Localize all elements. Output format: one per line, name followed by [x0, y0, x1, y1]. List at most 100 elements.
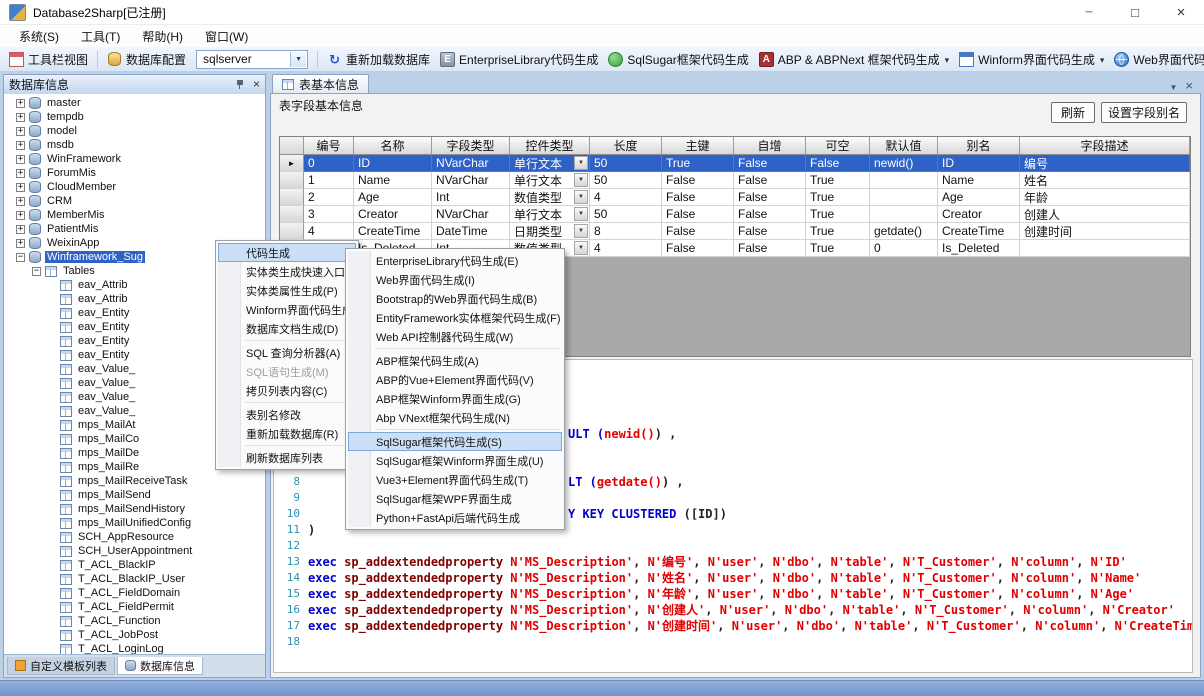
reload-database-button[interactable]: 重新加载数据库 — [323, 49, 434, 70]
tree-item-database[interactable]: +tempdb — [4, 110, 265, 124]
grid-cell[interactable]: False — [734, 206, 806, 223]
menu-item[interactable]: 数据库文档生成(D) — [218, 319, 356, 338]
winform-codegen-button[interactable]: Winform界面代码生成 — [955, 49, 1108, 70]
grid-column-header[interactable]: 自增 — [734, 137, 806, 155]
tree-item-database[interactable]: +ForumMis — [4, 166, 265, 180]
web-codegen-button[interactable]: Web界面代码生成 — [1110, 49, 1204, 70]
grid-cell[interactable] — [870, 172, 938, 189]
tree-item-database[interactable]: +master — [4, 96, 265, 110]
refresh-button[interactable]: 刷新 — [1051, 102, 1095, 123]
tree-item-table[interactable]: T_ACL_BlackIP_User — [4, 572, 265, 586]
grid-cell[interactable]: 4 — [590, 189, 662, 206]
grid-row[interactable]: 1NameNVarChar单行文本50FalseFalseTrueName姓名 — [280, 172, 1190, 189]
grid-column-header[interactable]: 字段类型 — [432, 137, 510, 155]
grid-cell[interactable]: 日期类型 — [510, 223, 590, 240]
grid-cell[interactable]: False — [806, 155, 870, 172]
tab-table-info[interactable]: 表基本信息 — [272, 74, 369, 93]
grid-cell[interactable]: 4 — [304, 223, 354, 240]
maximize-button[interactable] — [1112, 0, 1158, 24]
grid-cell[interactable]: False — [734, 155, 806, 172]
grid-cell[interactable]: False — [734, 189, 806, 206]
tree-item-database[interactable]: +MemberMis — [4, 208, 265, 222]
grid-cell[interactable]: 创建时间 — [1020, 223, 1190, 240]
grid-cell[interactable]: CreateTime — [354, 223, 432, 240]
set-alias-button[interactable]: 设置字段别名 — [1101, 102, 1187, 123]
menu-item[interactable]: 帮助(H) — [131, 25, 194, 48]
combo-dropdown-icon[interactable] — [574, 156, 588, 170]
tree-item-table[interactable]: SCH_AppResource — [4, 530, 265, 544]
tree-item-database[interactable]: +CRM — [4, 194, 265, 208]
menu-item[interactable]: 拷贝列表内容(C) — [218, 381, 356, 400]
grid-column-header[interactable]: 长度 — [590, 137, 662, 155]
grid-cell[interactable]: True — [662, 155, 734, 172]
tree-item-database[interactable]: +CloudMember — [4, 180, 265, 194]
tree-item-table[interactable]: T_ACL_FieldDomain — [4, 586, 265, 600]
grid-cell[interactable]: Name — [354, 172, 432, 189]
expand-icon[interactable]: + — [16, 127, 25, 136]
menu-item[interactable]: 系统(S) — [8, 25, 70, 48]
database-config-button[interactable]: 数据库配置 — [103, 49, 190, 70]
grid-column-header[interactable]: 可空 — [806, 137, 870, 155]
tab-close-icon[interactable] — [1185, 78, 1193, 93]
tab-database-info[interactable]: 数据库信息 — [117, 657, 203, 675]
grid-cell[interactable]: 3 — [304, 206, 354, 223]
menu-item[interactable]: 代码生成 — [218, 243, 356, 262]
menu-item[interactable]: Abp VNext框架代码生成(N) — [348, 408, 562, 427]
tree-item-database[interactable]: +PatientMis — [4, 222, 265, 236]
expand-icon[interactable]: + — [16, 239, 25, 248]
grid-cell[interactable]: 姓名 — [1020, 172, 1190, 189]
grid-column-header[interactable]: 名称 — [354, 137, 432, 155]
menu-item[interactable]: 工具(T) — [70, 25, 131, 48]
menu-item[interactable]: Web界面代码生成(I) — [348, 270, 562, 289]
grid-cell[interactable]: False — [734, 223, 806, 240]
code-line[interactable]: 15exec sp_addextendedproperty N'MS_Descr… — [274, 586, 1192, 602]
menu-item[interactable]: SqlSugar框架WPF界面生成 — [348, 489, 562, 508]
grid-column-header[interactable]: 主键 — [662, 137, 734, 155]
menu-item[interactable]: 重新加载数据库(R) — [218, 424, 356, 443]
combo-dropdown-icon[interactable] — [574, 241, 588, 255]
grid-cell[interactable]: Age — [354, 189, 432, 206]
tree-item-table[interactable]: SCH_UserAppointment — [4, 544, 265, 558]
menu-item[interactable]: Winform界面代码生成(W) — [218, 300, 356, 319]
grid-cell[interactable]: True — [806, 172, 870, 189]
menu-item[interactable]: EnterpriseLibrary代码生成(E) — [348, 251, 562, 270]
grid-column-header[interactable]: 别名 — [938, 137, 1020, 155]
combo-dropdown-icon[interactable] — [290, 52, 306, 67]
grid-row[interactable]: 4CreateTimeDateTime日期类型8FalseFalseTruege… — [280, 223, 1190, 240]
grid-column-header[interactable]: 默认值 — [870, 137, 938, 155]
tree-item-table[interactable]: T_ACL_JobPost — [4, 628, 265, 642]
dropdown-arrow-icon[interactable] — [1100, 52, 1105, 66]
code-line[interactable]: 14exec sp_addextendedproperty N'MS_Descr… — [274, 570, 1192, 586]
grid-cell[interactable]: False — [662, 223, 734, 240]
grid-cell[interactable]: NVarChar — [432, 206, 510, 223]
grid-column-header[interactable]: 字段描述 — [1020, 137, 1190, 155]
combo-dropdown-icon[interactable] — [574, 190, 588, 204]
menu-item[interactable]: SQL 查询分析器(A) — [218, 343, 356, 362]
grid-cell[interactable]: 年龄 — [1020, 189, 1190, 206]
grid-cell[interactable]: 数值类型 — [510, 189, 590, 206]
expand-icon[interactable]: + — [16, 183, 25, 192]
tab-custom-template-list[interactable]: 自定义模板列表 — [7, 657, 115, 675]
grid-cell[interactable]: True — [806, 206, 870, 223]
pin-icon[interactable] — [235, 79, 246, 90]
grid-cell[interactable]: False — [662, 240, 734, 257]
grid-cell[interactable]: False — [734, 240, 806, 257]
tree-item-table[interactable]: mps_MailReceiveTask — [4, 474, 265, 488]
grid-cell[interactable]: False — [662, 172, 734, 189]
grid-cell[interactable]: 8 — [590, 223, 662, 240]
grid-cell[interactable]: 0 — [870, 240, 938, 257]
tree-item-database[interactable]: +WinFramework — [4, 152, 265, 166]
grid-cell[interactable]: 50 — [590, 172, 662, 189]
grid-cell[interactable] — [870, 189, 938, 206]
grid-cell[interactable]: NVarChar — [432, 172, 510, 189]
menu-item[interactable]: SqlSugar框架代码生成(S) — [348, 432, 562, 451]
grid-cell[interactable]: ID — [938, 155, 1020, 172]
tree-item-database[interactable]: +model — [4, 124, 265, 138]
database-type-combo[interactable]: sqlserver — [196, 50, 308, 69]
tree-item-table[interactable]: T_ACL_Function — [4, 614, 265, 628]
grid-column-header[interactable]: 控件类型 — [510, 137, 590, 155]
grid-cell[interactable]: newid() — [870, 155, 938, 172]
expand-icon[interactable]: + — [16, 113, 25, 122]
grid-cell[interactable] — [870, 206, 938, 223]
close-button[interactable] — [1158, 0, 1204, 24]
